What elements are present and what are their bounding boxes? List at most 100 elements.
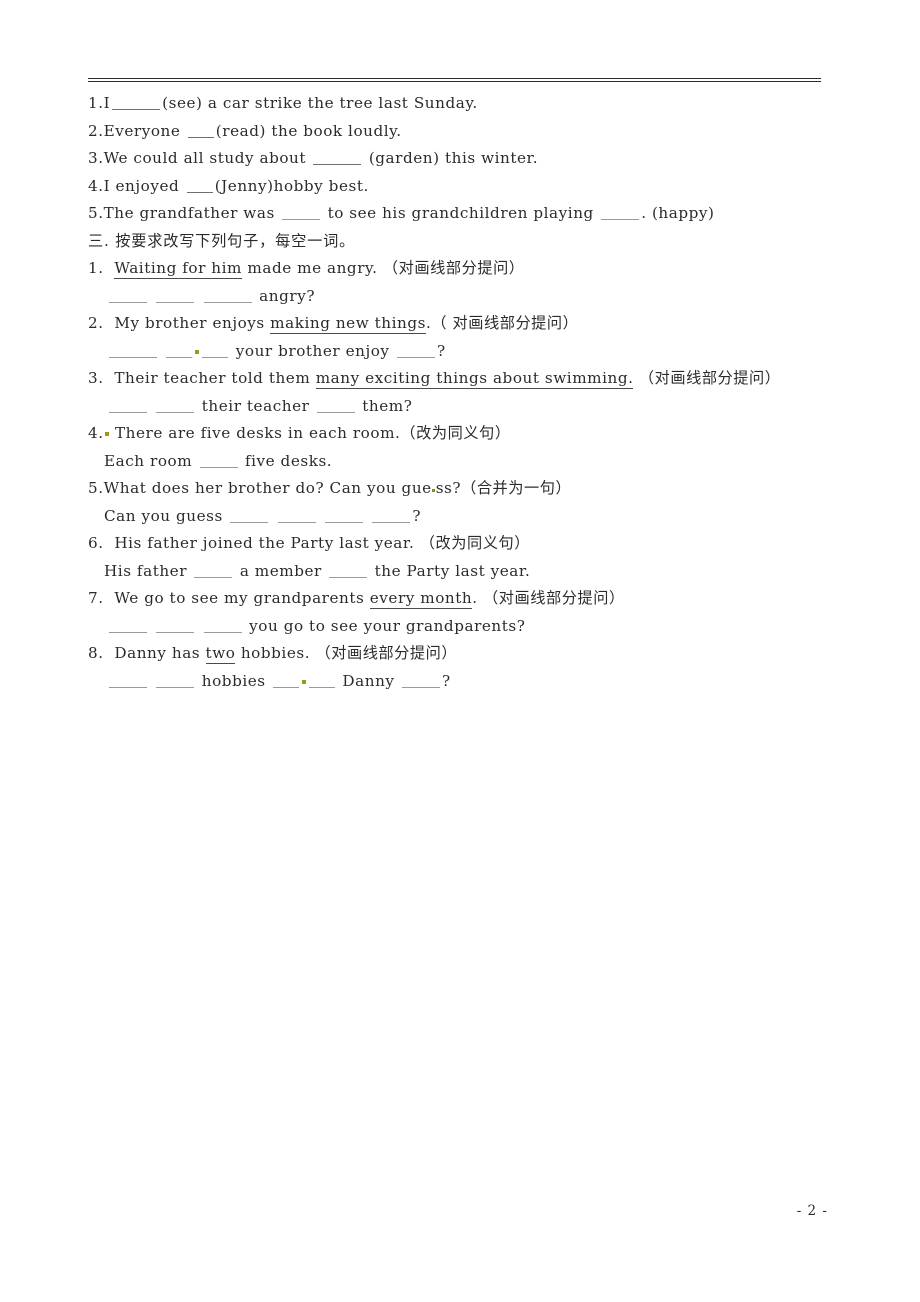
fill-blank[interactable] (109, 620, 147, 633)
fill-blank[interactable] (109, 400, 147, 413)
question-text: Danny has (114, 644, 201, 662)
item-number: 4. (88, 176, 104, 195)
question-3: 3. Their teacher told them many exciting… (88, 365, 848, 393)
instruction-note: （对画线部分提问） (638, 369, 781, 387)
answer-1: angry? (88, 283, 848, 311)
instruction-note: （对画线部分提问） (315, 644, 458, 662)
fill-blank[interactable] (156, 675, 195, 688)
underlined-segment: two (205, 644, 236, 664)
fill-blank[interactable] (273, 675, 300, 688)
item-text-pre: I (103, 94, 111, 112)
instruction-note: （对画线部分提问） (382, 259, 525, 277)
proofing-mark-icon (302, 679, 307, 684)
fill-blank[interactable] (156, 290, 195, 303)
fill-blank[interactable] (109, 290, 147, 303)
fill-blank[interactable] (329, 565, 368, 578)
instruction-note: （改为同义句） (419, 534, 530, 552)
item-text-pre: We could all study about (103, 149, 307, 167)
question-2: 2. My brother enjoys making new things.（… (88, 310, 848, 338)
item-number: 1. (88, 94, 104, 112)
fill-blank[interactable] (202, 345, 229, 358)
answer-pre: Can you guess (104, 506, 223, 525)
fill-blank[interactable] (325, 510, 364, 523)
instruction-note: （ 对画线部分提问） (431, 314, 579, 332)
item-number: 1. (88, 259, 104, 277)
fill-blank[interactable] (186, 180, 213, 193)
page-footer: - 2 - (0, 1203, 920, 1219)
item-number: 7. (88, 589, 104, 607)
section-three-heading: 三. 按要求改写下列句子，每空一词。 (88, 231, 356, 250)
exercise-item-s2-3: 3.We could all study about (garden) this… (88, 145, 848, 173)
answer-pre: Each room (104, 451, 193, 470)
question-6: 6. His father joined the Party last year… (88, 530, 848, 558)
question-text: His father joined the Party last year. (114, 534, 415, 552)
item-text-post: . (happy) (641, 204, 715, 222)
question-text: There are five desks in each room. (114, 424, 401, 442)
fill-blank[interactable] (109, 345, 157, 358)
answer-mid: your brother enjoy (235, 341, 390, 360)
fill-blank[interactable] (203, 620, 242, 633)
instruction-note: （对画线部分提问） (483, 589, 625, 607)
question-text: What does her brother do? Can you gue (103, 479, 432, 497)
fill-blank[interactable] (203, 290, 252, 303)
fill-blank[interactable] (199, 455, 238, 468)
fill-blank[interactable] (277, 510, 316, 523)
answer-3: their teacher them? (88, 393, 848, 421)
document-body: 1.I (see) a car strike the tree last Sund… (88, 90, 848, 695)
fill-blank[interactable] (372, 510, 411, 523)
fill-blank[interactable] (112, 97, 161, 110)
fill-blank[interactable] (309, 675, 336, 688)
answer-7: you go to see your grandparents? (88, 613, 848, 641)
proofing-mark-icon (195, 349, 200, 354)
exercise-item-s2-1: 1.I (see) a car strike the tree last Sund… (88, 90, 848, 118)
underlined-segment: many exciting things about swimming. (315, 369, 634, 389)
fill-blank[interactable] (194, 565, 233, 578)
answer-mid: hobbies (201, 671, 266, 690)
question-text-post: hobbies. (240, 644, 311, 662)
question-text: made me angry. (247, 259, 378, 277)
answer-6: His father a member the Party last year. (88, 558, 848, 586)
question-7: 7. We go to see my grandparents every mo… (88, 585, 848, 613)
question-text: My brother enjoys (114, 314, 265, 332)
fill-blank[interactable] (396, 345, 435, 358)
item-number: 2. (88, 121, 104, 140)
answer-tail: ? (436, 341, 446, 360)
item-text-mid: to see his grandchildren playing (327, 204, 594, 222)
fill-blank[interactable] (313, 152, 362, 165)
fill-blank[interactable] (156, 620, 195, 633)
document-page: 1.I (see) a car strike the tree last Sund… (0, 0, 920, 1302)
answer-2: your brother enjoy ? (88, 338, 848, 366)
fill-blank[interactable] (282, 207, 321, 220)
exercise-item-s2-2: 2.Everyone (read) the book loudly. (88, 118, 848, 146)
question-4: 4. There are five desks in each room.（改为… (88, 420, 848, 448)
fill-blank[interactable] (401, 675, 440, 688)
exercise-item-s2-5: 5.The grandfather was to see his grandch… (88, 200, 848, 228)
answer-mid2: Danny (342, 671, 395, 690)
item-number: 3. (88, 149, 104, 167)
item-number: 2. (88, 314, 104, 332)
answer-4: Each room five desks. (88, 448, 848, 476)
item-text-post: (Jenny)hobby best. (214, 176, 369, 195)
answer-tail: ? (412, 506, 422, 525)
fill-blank[interactable] (166, 345, 193, 358)
fill-blank[interactable] (156, 400, 195, 413)
fill-blank[interactable] (187, 125, 214, 138)
answer-mid: a member (239, 561, 322, 580)
question-text: We go to see my grandparents (114, 589, 365, 607)
item-text-post: (see) a car strike the tree last Sunday. (162, 94, 478, 112)
fill-blank[interactable] (316, 400, 355, 413)
instruction-note: （改为同义句） (400, 424, 511, 442)
item-text-pre: I enjoyed (103, 176, 180, 195)
fill-blank[interactable] (109, 675, 147, 688)
page-number: - 2 - (796, 1203, 828, 1219)
item-text-pre: The grandfather was (103, 204, 275, 222)
fill-blank[interactable] (601, 207, 640, 220)
question-text-b: ss? (435, 479, 462, 497)
item-number: 5. (88, 479, 104, 497)
answer-5: Can you guess ? (88, 503, 848, 531)
fill-blank[interactable] (230, 510, 269, 523)
item-number: 5. (88, 204, 104, 222)
item-number: 4. (88, 424, 104, 442)
answer-tail: five desks. (244, 451, 333, 470)
question-text: Their teacher told them (114, 369, 311, 387)
